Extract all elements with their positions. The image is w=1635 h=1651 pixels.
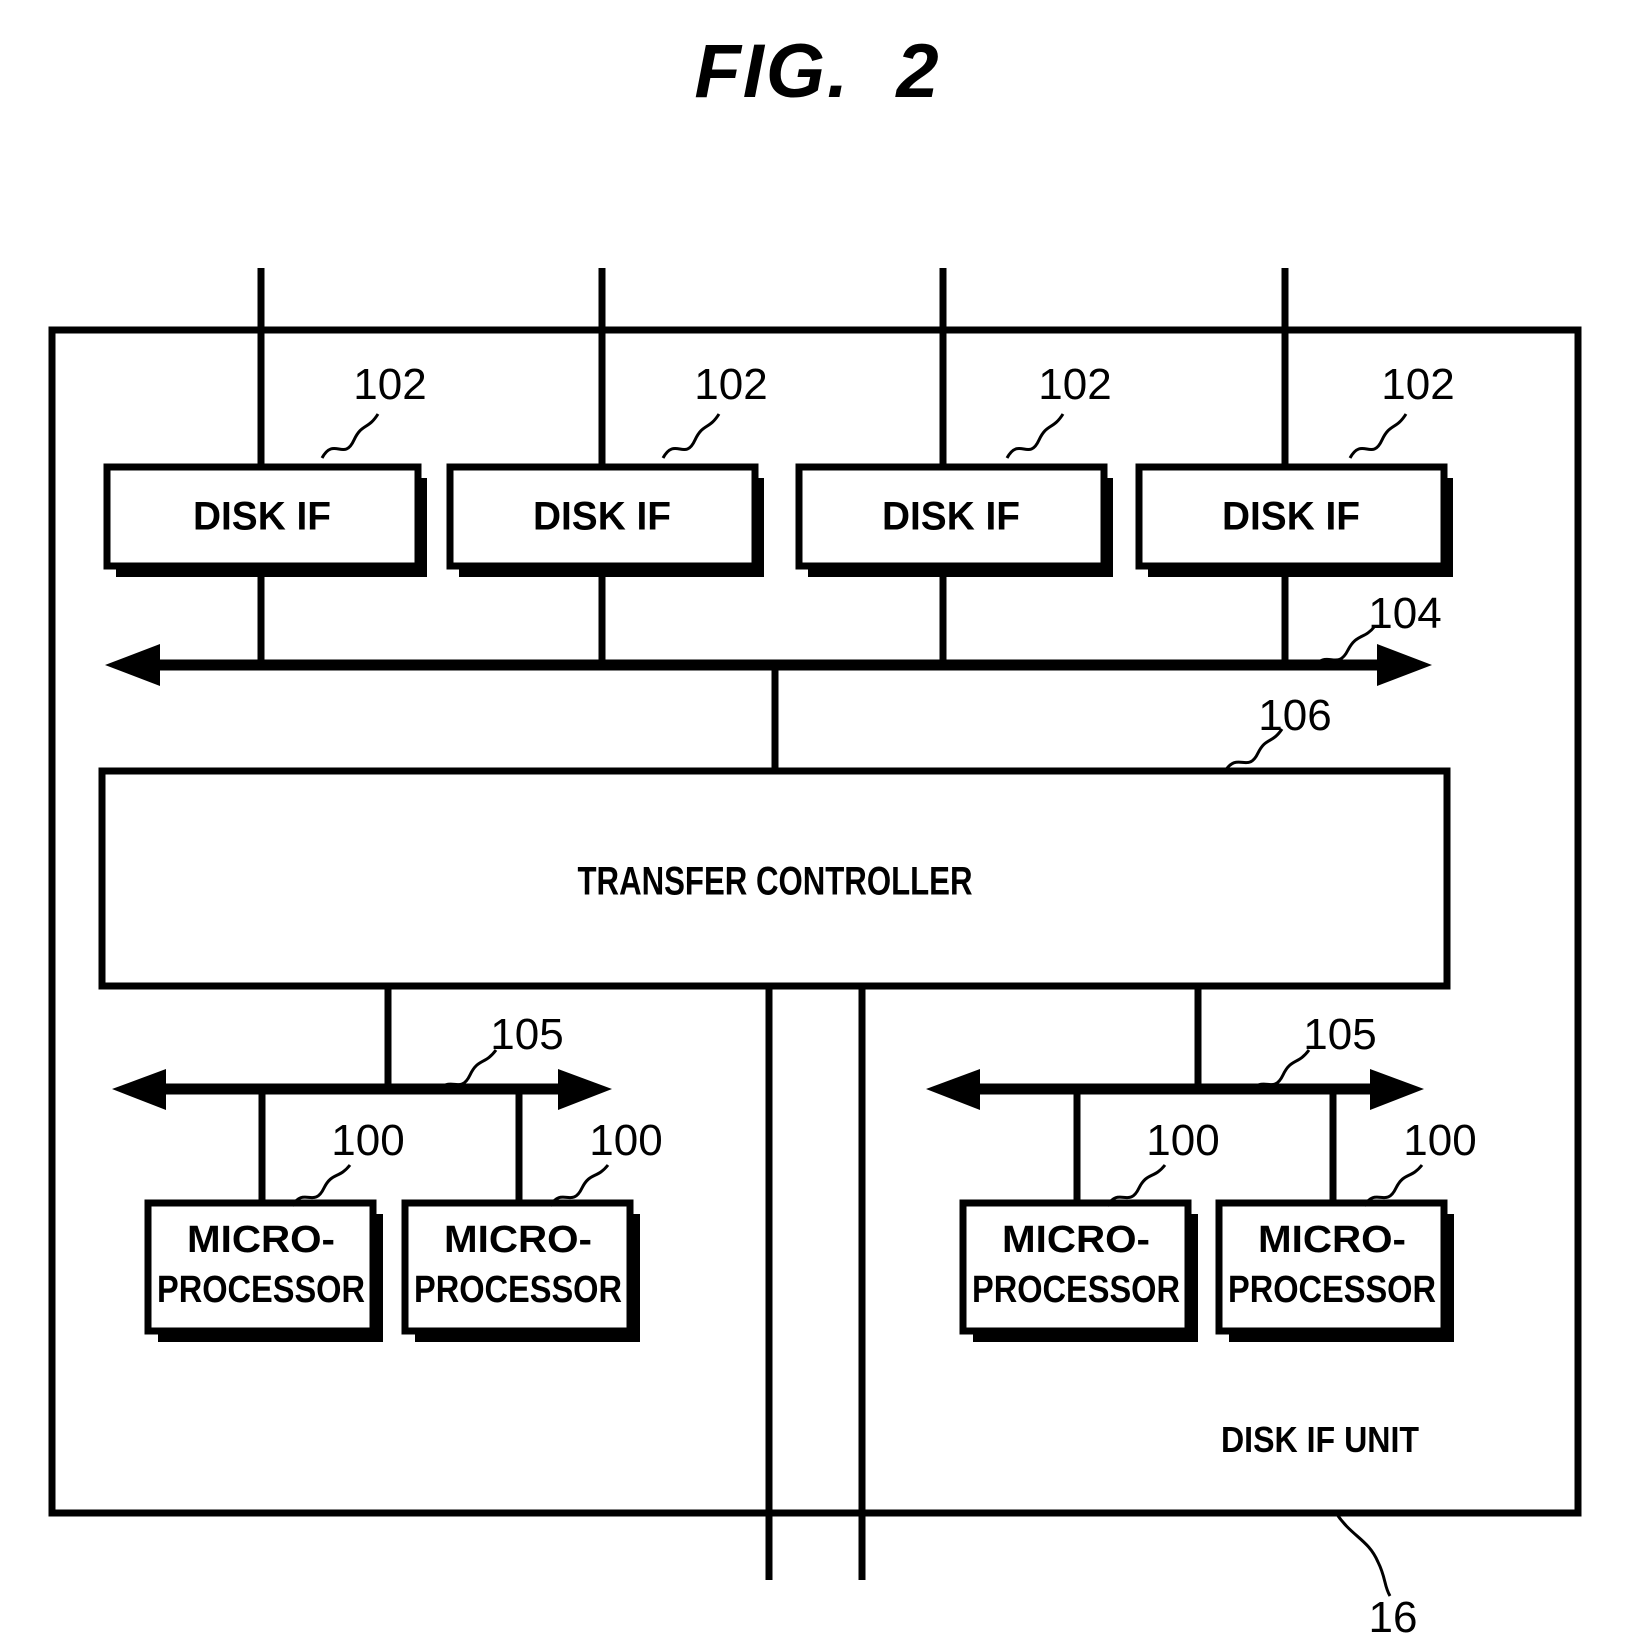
microprocessor-label-2-line1: MICRO- bbox=[444, 1219, 592, 1261]
microprocessor-label-4-line1: MICRO- bbox=[1258, 1219, 1406, 1261]
disk-if-block-1[interactable]: DISK IF bbox=[103, 463, 427, 577]
transfer-controller-block[interactable]: TRANSFER CONTROLLER bbox=[98, 767, 1451, 990]
ref-106-label: 106 bbox=[1258, 691, 1331, 740]
ref-102-label-3: 102 bbox=[1038, 360, 1111, 409]
disk-if-block-2[interactable]: DISK IF bbox=[446, 463, 764, 577]
microprocessor-block-3[interactable]: MICRO- PROCESSOR bbox=[959, 1199, 1198, 1342]
ref-16-leader bbox=[1334, 1512, 1392, 1597]
ref-100-label-2: 100 bbox=[589, 1116, 662, 1165]
ref-105-label-left: 105 bbox=[490, 1010, 563, 1059]
ref-104-label: 104 bbox=[1368, 589, 1441, 638]
ref-100-label-3: 100 bbox=[1146, 1116, 1219, 1165]
ref-102-label-4: 102 bbox=[1381, 360, 1454, 409]
disk-if-label-4: DISK IF bbox=[1222, 495, 1360, 539]
ref-102-label-1: 102 bbox=[353, 360, 426, 409]
microprocessor-label-1-line1: MICRO- bbox=[187, 1219, 335, 1261]
ref-105-label-right: 105 bbox=[1303, 1010, 1376, 1059]
ref-102-label-2: 102 bbox=[694, 360, 767, 409]
transfer-controller-label: TRANSFER CONTROLLER bbox=[578, 860, 973, 904]
microprocessor-label-4-line2: PROCESSOR bbox=[1228, 1269, 1436, 1311]
disk-if-label-1: DISK IF bbox=[193, 495, 331, 539]
ref-100-label-4: 100 bbox=[1403, 1116, 1476, 1165]
microprocessor-label-3-line1: MICRO- bbox=[1002, 1219, 1150, 1261]
microprocessor-block-2[interactable]: MICRO- PROCESSOR bbox=[401, 1199, 640, 1342]
disk-if-block-4[interactable]: DISK IF bbox=[1135, 463, 1453, 577]
microprocessor-label-2-line2: PROCESSOR bbox=[414, 1269, 622, 1311]
microprocessor-label-3-line2: PROCESSOR bbox=[972, 1269, 1180, 1311]
microprocessor-block-4[interactable]: MICRO- PROCESSOR bbox=[1215, 1199, 1454, 1342]
ref-100-label-1: 100 bbox=[331, 1116, 404, 1165]
ref-16-label: 16 bbox=[1369, 1593, 1418, 1642]
microprocessor-label-1-line2: PROCESSOR bbox=[157, 1269, 365, 1311]
microprocessor-block-1[interactable]: MICRO- PROCESSOR bbox=[144, 1199, 383, 1342]
patent-figure: FIG. 2 DISK IF DISK IF DISK IF DISK IF 1… bbox=[0, 0, 1635, 1651]
disk-if-unit-label: DISK IF UNIT bbox=[1221, 1419, 1419, 1460]
disk-if-label-3: DISK IF bbox=[882, 495, 1020, 539]
diagram-canvas: DISK IF DISK IF DISK IF DISK IF 102 102 … bbox=[48, 268, 1582, 1642]
disk-if-block-3[interactable]: DISK IF bbox=[795, 463, 1113, 577]
disk-if-label-2: DISK IF bbox=[533, 495, 671, 539]
